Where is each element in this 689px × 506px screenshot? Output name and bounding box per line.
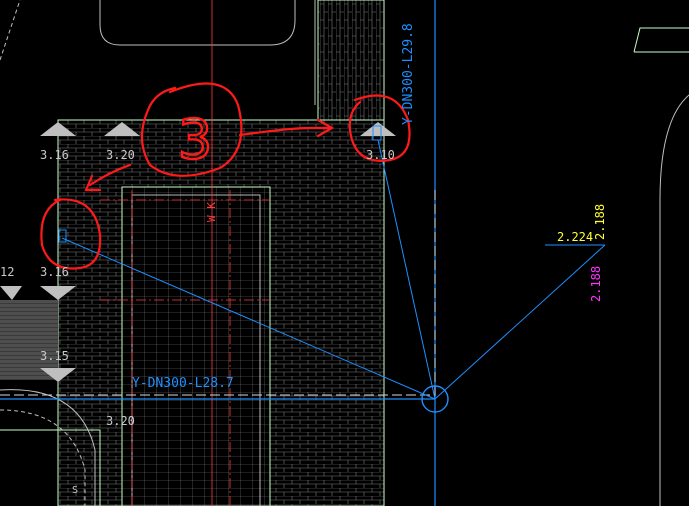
cad-drawing-canvas[interactable]: 3 Y-DN300-L29.8 Y-DN300-L28.7 3.16 3.20 … xyxy=(0,0,689,506)
top-right-symbol xyxy=(633,27,689,53)
elevation-left-side: 3.16 xyxy=(40,265,69,279)
bottom-mark: S xyxy=(72,485,79,496)
paved-strip-top xyxy=(317,0,385,121)
road-curve-right xyxy=(659,94,689,506)
paving-grid-area xyxy=(121,186,271,506)
leader-vertical-magenta: 2.188 xyxy=(589,265,603,302)
elevation-top-right: 3.10 xyxy=(366,148,395,162)
elevation-bottom: 3.20 xyxy=(106,414,135,428)
drawing-svg[interactable]: 3 xyxy=(0,0,689,506)
elevation-top-left: 3.16 xyxy=(40,148,69,162)
circled-number-three: 3 xyxy=(178,108,212,171)
road-outline xyxy=(0,0,316,105)
elevation-left-lower: 3.15 xyxy=(40,349,69,363)
pipe-label-horizontal: Y-DN300-L28.7 xyxy=(132,376,234,391)
pipe-label-vertical: Y-DN300-L29.8 xyxy=(401,23,416,125)
elevation-top-middle: 3.20 xyxy=(106,148,135,162)
leader-vertical-yellow: 2.188 xyxy=(593,203,607,240)
elevation-far-left: 12 xyxy=(0,265,15,279)
leader-value-yellow: 2.224 xyxy=(557,230,594,244)
building-mark: W K xyxy=(205,202,218,222)
